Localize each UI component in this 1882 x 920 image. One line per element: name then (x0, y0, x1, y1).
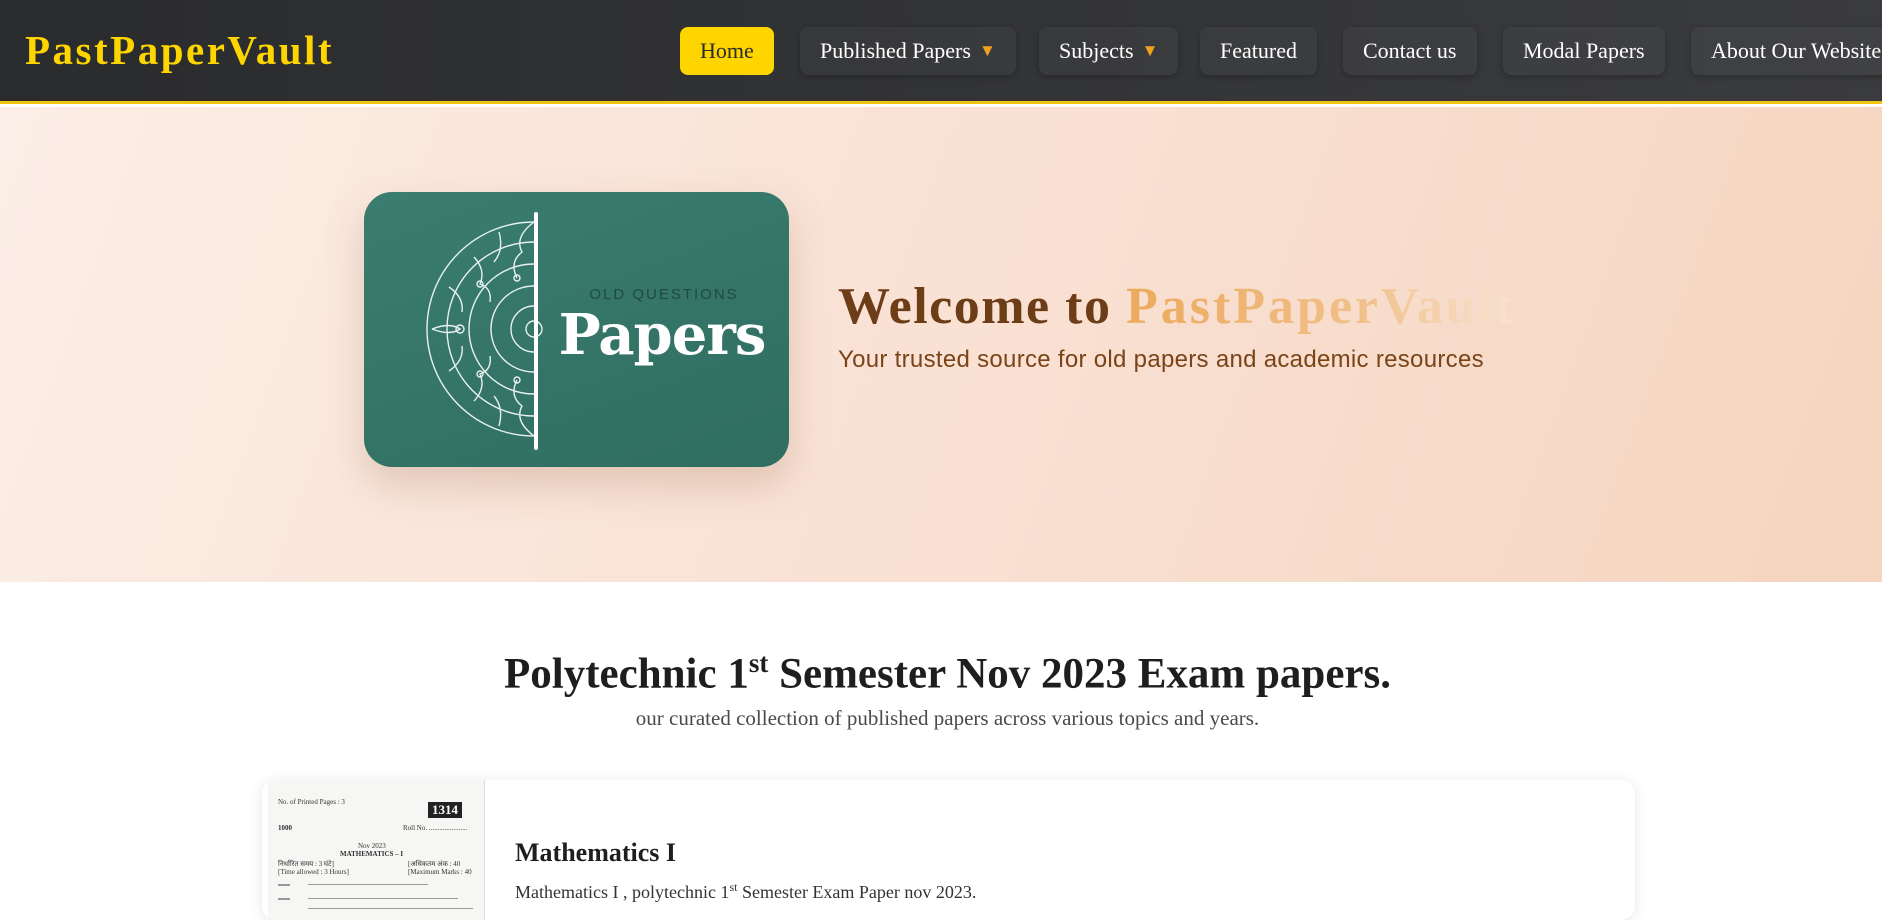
nav-modal-papers-label: Modal Papers (1523, 38, 1645, 63)
paper-desc-prefix: Mathematics I , polytechnic 1 (515, 882, 730, 902)
welcome-heading: Welcome to PastPaperVault (838, 277, 1516, 336)
thumb-text-line (308, 898, 458, 899)
section-title-sup: st (748, 648, 769, 678)
hero-card-subtitle: OLD QUESTIONS (589, 286, 739, 303)
nav-contact-us[interactable]: Contact us (1343, 27, 1477, 75)
paper-desc-suffix: Semester Exam Paper nov 2023. (737, 882, 977, 902)
top-navbar: PastPaperVault Home Published Papers ▼ S… (0, 0, 1882, 104)
nav-home[interactable]: Home (680, 27, 774, 75)
hero-text-block: Welcome to PastPaperVault Your trusted s… (838, 277, 1516, 374)
thumb-date: Nov 2023 (358, 842, 386, 850)
nav-contact-us-label: Contact us (1363, 38, 1457, 63)
paper-description: Mathematics I , polytechnic 1st Semester… (515, 880, 976, 903)
thumb-roll: Roll No. ...................... (403, 824, 468, 832)
thumb-header-left: No. of Printed Pages : 3 (278, 798, 345, 806)
nav-published-papers-label: Published Papers (820, 38, 971, 63)
welcome-prefix: Welcome to (838, 278, 1126, 335)
thumb-subject: MATHEMATICS – I (340, 850, 404, 858)
hero-banner: OLD QUESTIONS Papers Welcome to PastPape… (0, 107, 1882, 582)
thumb-text-line (308, 908, 473, 909)
paper-thumbnail[interactable]: No. of Printed Pages : 3 1314 1000 Roll … (268, 780, 485, 920)
nav-featured[interactable]: Featured (1200, 27, 1317, 75)
chevron-down-icon: ▼ (1141, 41, 1159, 60)
section-title: Polytechnic 1st Semester Nov 2023 Exam p… (0, 648, 1882, 698)
thumb-text-line (278, 898, 290, 900)
thumb-text-line (308, 884, 428, 885)
thumb-text-line (278, 884, 290, 886)
paper-title[interactable]: Mathematics I (515, 838, 676, 868)
nav-modal-papers[interactable]: Modal Papers (1503, 27, 1665, 75)
thumb-time: [Time allowed : 3 Hours] (278, 868, 349, 876)
brand-logo[interactable]: PastPaperVault (25, 26, 334, 74)
nav-about-website[interactable]: About Our Website (1691, 27, 1882, 75)
thumb-marks: [Maximum Marks : 40 (408, 868, 472, 876)
nav-published-papers[interactable]: Published Papers ▼ (800, 27, 1016, 75)
thumb-number: 1000 (278, 824, 292, 832)
nav-home-label: Home (700, 38, 754, 63)
nav-featured-label: Featured (1220, 38, 1297, 63)
section-title-suffix: Semester Nov 2023 Exam papers. (768, 650, 1391, 698)
chevron-down-icon: ▼ (978, 41, 996, 60)
section-subtitle: our curated collection of published pape… (635, 706, 1260, 731)
nav-about-website-label: About Our Website (1711, 38, 1882, 63)
hero-card-title: Papers (558, 302, 767, 368)
welcome-brand: PastPaperVault (1125, 278, 1516, 335)
mandala-icon (426, 212, 543, 450)
section-title-prefix: Polytechnic 1 (504, 650, 749, 698)
hero-tagline: Your trusted source for old papers and a… (838, 346, 1484, 373)
nav-subjects-label: Subjects (1059, 38, 1134, 63)
section-header: Polytechnic 1st Semester Nov 2023 Exam p… (0, 648, 1882, 731)
hero-image: OLD QUESTIONS Papers (364, 192, 789, 467)
paper-card[interactable]: No. of Printed Pages : 3 1314 1000 Roll … (262, 780, 1635, 920)
nav-subjects[interactable]: Subjects ▼ (1039, 27, 1178, 75)
thumb-paper-code: 1314 (428, 802, 462, 818)
